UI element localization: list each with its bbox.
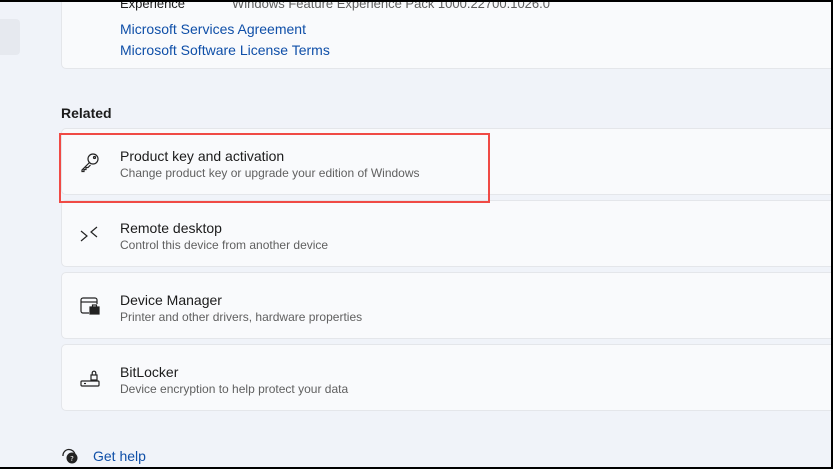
item-title: BitLocker (120, 364, 179, 380)
item-title: Remote desktop (120, 220, 222, 236)
related-heading: Related (61, 105, 112, 121)
remote-desktop-icon (80, 226, 98, 242)
svg-text:?: ? (70, 455, 74, 463)
services-agreement-link[interactable]: Microsoft Services Agreement (120, 21, 306, 37)
related-item-remote-desktop[interactable]: Remote desktop Control this device from … (61, 200, 831, 267)
device-manager-icon (80, 297, 100, 315)
nav-selected-indicator[interactable] (0, 19, 20, 55)
item-subtitle: Control this device from another device (120, 238, 329, 252)
item-subtitle: Printer and other drivers, hardware prop… (120, 310, 363, 324)
highlight-box (59, 133, 490, 203)
bitlocker-icon (80, 370, 100, 387)
related-item-bitlocker[interactable]: BitLocker Device encryption to help prot… (61, 344, 831, 411)
experience-value: Windows Feature Experience Pack 1000.227… (232, 2, 550, 11)
help-icon: ? (62, 448, 78, 464)
experience-label: Experience (120, 2, 186, 11)
item-subtitle: Device encryption to help protect your d… (120, 382, 349, 396)
settings-about-page: Experience Windows Feature Experience Pa… (0, 2, 831, 467)
item-title: Device Manager (120, 292, 222, 308)
get-help-link[interactable]: Get help (93, 448, 146, 464)
related-item-device-manager[interactable]: Device Manager Printer and other drivers… (61, 272, 831, 339)
license-terms-link[interactable]: Microsoft Software License Terms (120, 42, 330, 58)
